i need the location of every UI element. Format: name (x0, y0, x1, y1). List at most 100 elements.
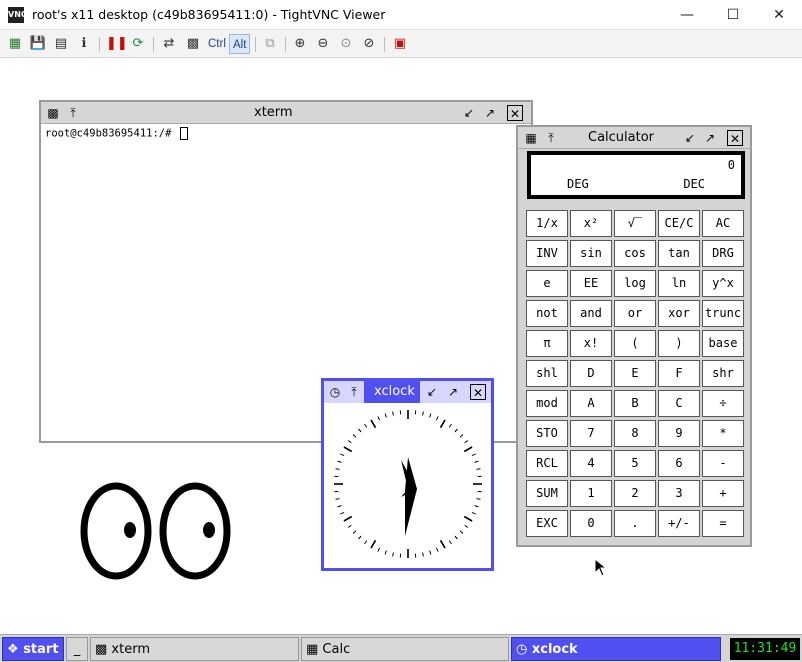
calc-key[interactable]: CE/C (658, 210, 700, 237)
close-icon[interactable]: ✕ (507, 105, 523, 121)
close-icon[interactable]: ✕ (727, 130, 743, 146)
calc-key[interactable]: 2 (614, 480, 656, 507)
calc-key[interactable]: DRG (702, 240, 744, 267)
alt-button[interactable]: Alt (229, 34, 251, 54)
calc-key[interactable]: F (658, 360, 700, 387)
xterm-title-bar[interactable]: ▩ ⤒ xterm ↙ ↗ ✕ (41, 102, 531, 124)
calc-key[interactable]: ÷ (702, 390, 744, 417)
calc-key[interactable]: EE (570, 270, 612, 297)
task-calc[interactable]: ▦ Calc (301, 637, 509, 661)
task-xterm[interactable]: ▩ xterm (90, 637, 299, 661)
calc-key[interactable]: 6 (658, 450, 700, 477)
clock-icon[interactable]: ◷ (327, 384, 343, 400)
calc-key[interactable]: C (658, 390, 700, 417)
calc-key[interactable]: - (702, 450, 744, 477)
calc-key[interactable]: 0 (570, 510, 612, 537)
close-icon[interactable]: ✕ (756, 0, 802, 30)
calc-key[interactable]: ) (658, 330, 700, 357)
calc-key[interactable]: 3 (658, 480, 700, 507)
start-button[interactable]: ❖ start (2, 637, 64, 661)
xclock-title-bar[interactable]: ◷ ⤒ xclock ↙ ↗ ✕ (324, 381, 491, 403)
calc-key[interactable]: base (702, 330, 744, 357)
iconify-icon[interactable]: ↙ (682, 130, 698, 146)
calc-key[interactable]: AC (702, 210, 744, 237)
calc-key[interactable]: 9 (658, 420, 700, 447)
calc-key[interactable]: A (570, 390, 612, 417)
task-xclock[interactable]: ◷ xclock (511, 637, 721, 661)
shade-icon[interactable]: ⤒ (65, 105, 81, 121)
shade-icon[interactable]: ⤒ (543, 130, 559, 146)
zoom-auto-icon[interactable]: ⊘ (360, 34, 378, 54)
calculator-icon[interactable]: ▦ (523, 130, 539, 146)
calc-key[interactable]: log (614, 270, 656, 297)
calc-key[interactable]: D (570, 360, 612, 387)
calc-key[interactable]: 1/x (526, 210, 568, 237)
refresh-icon[interactable]: ⟳ (129, 34, 147, 54)
calc-key[interactable]: * (702, 420, 744, 447)
xclock-window[interactable]: ◷ ⤒ xclock ↙ ↗ ✕ (321, 378, 494, 571)
xeyes-widget[interactable] (76, 478, 236, 584)
calc-key[interactable]: and (570, 300, 612, 327)
calc-key[interactable]: 8 (614, 420, 656, 447)
calc-key[interactable]: +/- (658, 510, 700, 537)
maximize-icon[interactable]: ↗ (702, 130, 718, 146)
minimize-icon[interactable]: — (664, 0, 710, 30)
iconify-icon[interactable]: ↙ (424, 384, 440, 400)
transfer-icon[interactable]: ⇄ (160, 34, 178, 54)
save-icon[interactable]: 💾 (29, 34, 47, 54)
ctrl-button[interactable]: Ctrl (205, 34, 229, 54)
terminal-icon[interactable]: ▩ (45, 105, 61, 121)
calc-key[interactable]: 7 (570, 420, 612, 447)
calc-key[interactable]: or (614, 300, 656, 327)
calc-key[interactable]: not (526, 300, 568, 327)
calc-key[interactable]: 4 (570, 450, 612, 477)
calc-key[interactable]: B (614, 390, 656, 417)
zoom-100-icon[interactable]: ⊙ (337, 34, 355, 54)
zoom-out-icon[interactable]: ⊖ (314, 34, 332, 54)
calc-key[interactable]: RCL (526, 450, 568, 477)
calc-key[interactable]: INV (526, 240, 568, 267)
calc-key[interactable]: EXC (526, 510, 568, 537)
calc-key[interactable]: e (526, 270, 568, 297)
close-icon[interactable]: ✕ (470, 384, 486, 400)
calc-key[interactable]: cos (614, 240, 656, 267)
maximize-icon[interactable]: ☐ (710, 0, 756, 30)
calc-key[interactable]: . (614, 510, 656, 537)
calc-key[interactable]: = (702, 510, 744, 537)
calc-key[interactable]: tan (658, 240, 700, 267)
calc-key[interactable]: √‾ (614, 210, 656, 237)
calc-key[interactable]: STO (526, 420, 568, 447)
shade-icon[interactable]: ⤒ (346, 384, 362, 400)
calculator-window[interactable]: ▦ ⤒ Calculator ↙ ↗ ✕ 0 DEG DEC 1/x x² √‾ CE… (516, 125, 752, 547)
maximize-icon[interactable]: ↗ (445, 384, 461, 400)
calc-key[interactable]: trunc (702, 300, 744, 327)
zoom-in-icon[interactable]: ⊕ (291, 34, 309, 54)
new-connection-icon[interactable]: ▦ (6, 34, 24, 54)
options-icon[interactable]: ▤ (52, 34, 70, 54)
calc-key[interactable]: E (614, 360, 656, 387)
terminal-output[interactable]: root@c49b83695411:/# (45, 127, 188, 140)
calc-key[interactable]: + (702, 480, 744, 507)
calc-key[interactable]: shr (702, 360, 744, 387)
calc-key[interactable]: π (526, 330, 568, 357)
calculator-title-bar[interactable]: ▦ ⤒ Calculator ↙ ↗ ✕ (518, 127, 750, 149)
calc-key[interactable]: sin (570, 240, 612, 267)
calc-key[interactable]: 1 (570, 480, 612, 507)
calc-key[interactable]: y^x (702, 270, 744, 297)
ctrl-alt-del-icon[interactable]: ▩ (184, 34, 202, 54)
clipboard-icon[interactable]: ⧉ (261, 34, 279, 54)
iconify-icon[interactable]: ↙ (461, 105, 477, 121)
calc-key[interactable]: ( (614, 330, 656, 357)
info-icon[interactable]: ℹ (75, 34, 93, 54)
calc-key[interactable]: x² (570, 210, 612, 237)
calc-key[interactable]: 5 (614, 450, 656, 477)
fullscreen-icon[interactable]: ▣ (391, 34, 409, 54)
pause-icon[interactable]: ❚❚ (106, 34, 128, 54)
calc-key[interactable]: SUM (526, 480, 568, 507)
calc-key[interactable]: shl (526, 360, 568, 387)
calc-key[interactable]: x! (570, 330, 612, 357)
calc-key[interactable]: ln (658, 270, 700, 297)
show-desktop-button[interactable]: _ (66, 637, 88, 661)
calc-key[interactable]: xor (658, 300, 700, 327)
calc-key[interactable]: mod (526, 390, 568, 417)
